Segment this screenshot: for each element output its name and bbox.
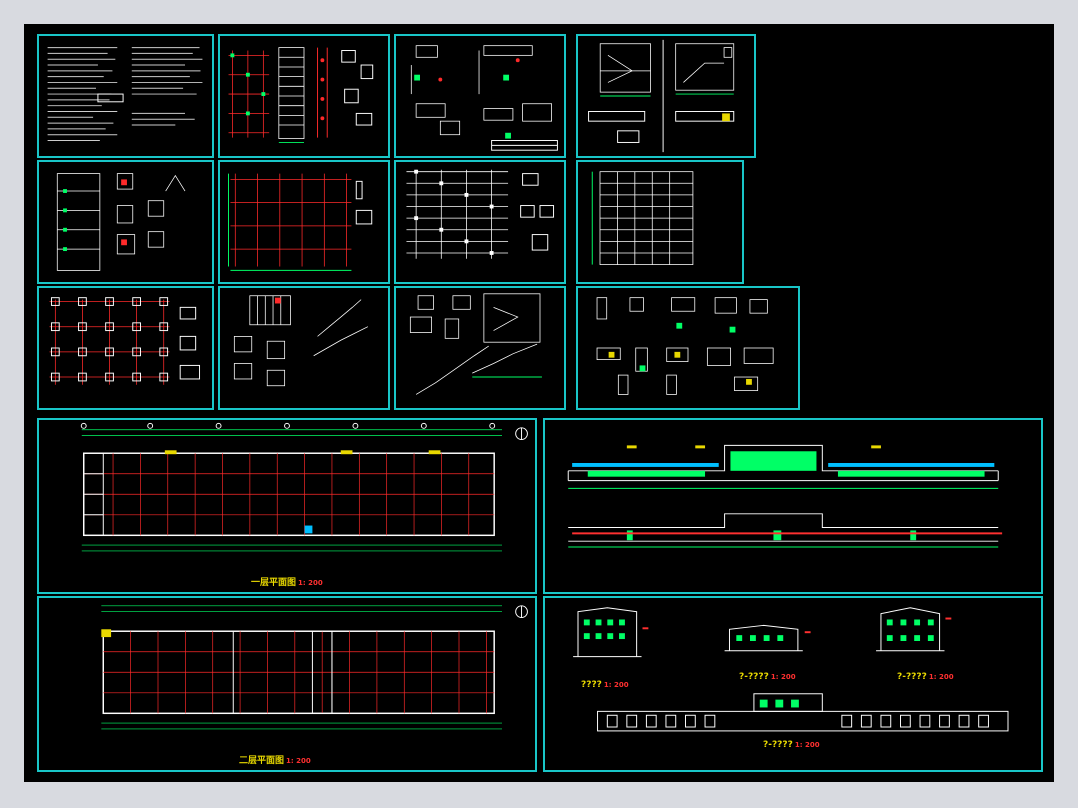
sheet-foundation-plan: [37, 286, 214, 410]
sheet-stair-details: [218, 286, 390, 410]
foundation-details-drawing: [56, 173, 186, 271]
sheet-beam-plan: [218, 160, 390, 284]
beam-plan-drawing: [228, 173, 373, 271]
first-floor-plan-title: 一层平面图 1: 200: [251, 575, 323, 588]
section-c-title-text: ?-????: [897, 672, 927, 682]
section-b-title-text: ?-????: [739, 672, 769, 682]
section-c-title: ?-???? 1: 200: [897, 672, 954, 682]
sheet-sections: ???? 1: 200 ?-???? 1: 200 ?-???? 1: 200 ?-?…: [543, 596, 1043, 772]
foundation-plan-drawing: [49, 297, 201, 385]
second-floor-plan-title-text: 二层平面图: [239, 756, 285, 766]
sheet-stair-sections: [576, 34, 756, 158]
sheet-connection-details: [394, 34, 566, 158]
sheet-schedule-table: [576, 160, 744, 284]
section-b-title: ?-???? 1: 200: [739, 672, 796, 682]
second-floor-plan-scale: 1: 200: [286, 757, 311, 765]
node-details-drawing: [596, 297, 774, 395]
schedule-table-drawing: [591, 171, 694, 265]
section-a-title: ???? 1: 200: [581, 680, 629, 690]
sheet-second-floor-plan: 二层平面图 1: 200: [37, 596, 537, 772]
notes-text-lines: [47, 47, 203, 141]
section-a-title-text: ????: [581, 680, 602, 690]
sheet-stair-sections-2: [394, 286, 566, 410]
section-a-scale: 1: 200: [603, 681, 629, 689]
second-floor-plan-drawing: [101, 605, 528, 730]
stair-sections-2-drawing: [409, 293, 542, 395]
sheet-design-notes: [37, 34, 214, 158]
section-d-scale: 1: 200: [794, 741, 820, 749]
column-layout-drawing: [228, 47, 374, 143]
floor-structure-drawing: [406, 169, 555, 259]
sheet-first-floor-plan: 一层平面图 1: 200: [37, 418, 537, 594]
second-floor-plan-title: 二层平面图 1: 200: [239, 753, 311, 766]
sheet-elevations: [543, 418, 1043, 594]
section-d-title-text: ?-????: [763, 740, 793, 750]
drawing-canvas: 一层平面图 1: 200 二层平面图 1: 200 ???? 1: 200 ?-…: [24, 24, 1054, 782]
sheet-floor-structure: [394, 160, 566, 284]
first-floor-plan-title-text: 一层平面图: [251, 578, 297, 588]
stair-details-drawing: [233, 295, 369, 387]
sheet-foundation-details: [37, 160, 214, 284]
section-c-scale: 1: 200: [928, 673, 954, 681]
elevations-drawing: [567, 444, 1003, 548]
first-floor-plan-scale: 1: 200: [298, 579, 323, 587]
connection-details-drawing: [410, 45, 558, 151]
sheet-node-details: [576, 286, 800, 410]
section-b-scale: 1: 200: [770, 673, 796, 681]
stair-sections-drawing: [588, 39, 735, 153]
sheet-column-layout: [218, 34, 390, 158]
section-d-title: ?-???? 1: 200: [763, 740, 820, 750]
first-floor-plan-drawing: [80, 422, 528, 552]
